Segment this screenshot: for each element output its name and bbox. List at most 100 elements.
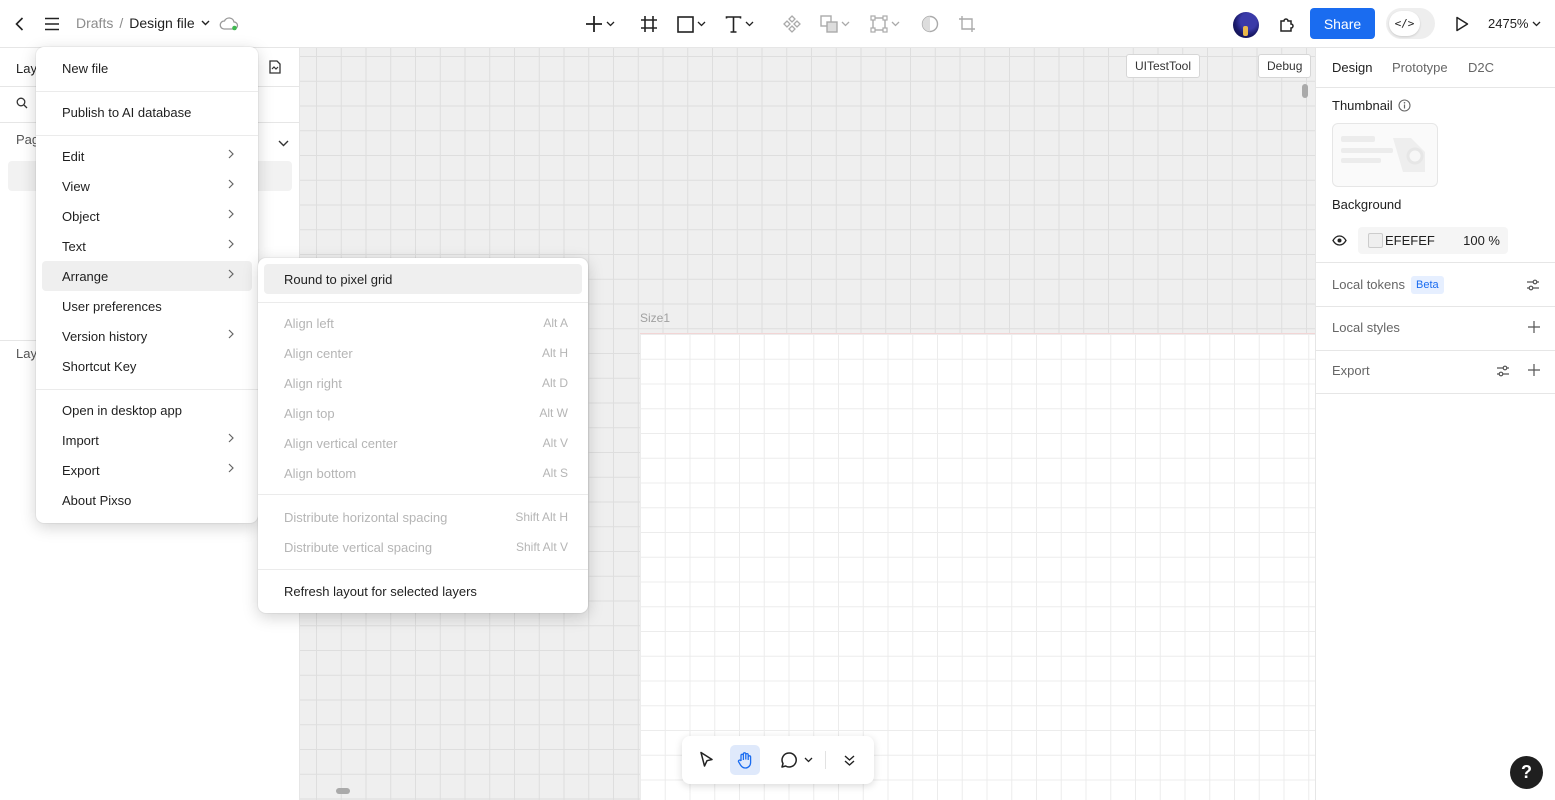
divider [1316, 350, 1555, 351]
settings-sliders-icon[interactable] [1526, 279, 1540, 294]
background-opacity[interactable]: 100 % [1463, 233, 1500, 248]
menu-item-label: Edit [62, 148, 85, 164]
add-tool-button[interactable] [585, 12, 615, 36]
comment-tool-button[interactable] [774, 745, 818, 775]
export-label: Export [1332, 363, 1370, 378]
breadcrumb-separator: / [119, 15, 124, 31]
menu-item-align-bottom[interactable]: Align bottom Alt S [264, 458, 582, 488]
menu-item-label: New file [62, 60, 109, 76]
eye-icon[interactable] [1332, 234, 1347, 249]
plus-icon[interactable] [1528, 364, 1540, 379]
menu-item-label: Align left [284, 315, 334, 331]
assets-icon[interactable] [268, 60, 282, 77]
shortcut: Shift Alt V [515, 540, 568, 554]
bottom-toolbar [682, 736, 874, 784]
divider [1316, 262, 1555, 263]
frame-size1[interactable] [640, 333, 1315, 800]
tab-design[interactable]: Design [1332, 60, 1372, 75]
divider [825, 751, 826, 769]
rectangle-tool-button[interactable] [677, 12, 706, 36]
shortcut: Alt H [541, 346, 568, 360]
menu-item-refresh-layout[interactable]: Refresh layout for selected layers [264, 576, 582, 606]
background-label: Background [1332, 197, 1402, 212]
menu-item-object[interactable]: Object [42, 201, 252, 231]
dev-mode-toggle[interactable]: </> [1386, 8, 1435, 39]
menu-item-version-history[interactable]: Version history [42, 321, 252, 351]
menu-item-view[interactable]: View [42, 171, 252, 201]
share-button[interactable]: Share [1310, 8, 1375, 39]
ellipse-tool-button[interactable] [921, 12, 939, 36]
background-color-field[interactable]: EFEFEF 100 % [1358, 227, 1508, 254]
chevron-down-icon [804, 757, 812, 763]
frame-tool-button[interactable] [640, 12, 658, 36]
frame-label[interactable]: Size1 [640, 311, 670, 325]
divider [1316, 393, 1555, 394]
tab-prototype[interactable]: Prototype [1392, 60, 1448, 75]
menu-divider [36, 389, 258, 390]
menu-item-text[interactable]: Text [42, 231, 252, 261]
help-button[interactable]: ? [1510, 756, 1543, 789]
cursor-icon [700, 751, 713, 767]
mask-tool-button[interactable] [870, 12, 900, 36]
chevron-right-icon [228, 433, 234, 443]
frame-icon [641, 16, 657, 32]
play-icon[interactable] [1452, 14, 1472, 34]
menu-item-arrange[interactable]: Arrange [42, 261, 252, 291]
back-icon[interactable] [10, 14, 30, 34]
move-tool-button[interactable] [692, 745, 722, 775]
shortcut: Alt V [542, 436, 568, 450]
layers-tab[interactable]: Lay [16, 61, 37, 76]
menu-item-align-top[interactable]: Align top Alt W [264, 398, 582, 428]
menu-item-align-center[interactable]: Align center Alt H [264, 338, 582, 368]
search-icon[interactable] [16, 97, 28, 112]
text-tool-button[interactable] [725, 12, 754, 36]
boolean-tool-button[interactable] [820, 12, 850, 36]
menu-item-new-file[interactable]: New file [42, 53, 252, 83]
menu-item-align-right[interactable]: Align right Alt D [264, 368, 582, 398]
chevron-down-icon[interactable] [201, 20, 210, 26]
settings-sliders-icon[interactable] [1496, 365, 1510, 380]
menu-item-align-vertical-center[interactable]: Align vertical center Alt V [264, 428, 582, 458]
plus-icon[interactable] [1528, 321, 1540, 336]
uitesttool-button[interactable]: UITestTool [1126, 54, 1201, 78]
tab-d2c[interactable]: D2C [1468, 60, 1494, 75]
menu-item-open-in-desktop-app[interactable]: Open in desktop app [42, 395, 252, 425]
hand-tool-button[interactable] [730, 745, 760, 775]
zoom-level: 2475% [1488, 16, 1529, 31]
zoom-dropdown[interactable]: 2475% [1488, 16, 1541, 31]
info-icon[interactable] [1398, 99, 1411, 115]
component-tool-button[interactable] [782, 12, 802, 36]
menu-item-about-pixso[interactable]: About Pixso [42, 485, 252, 515]
menu-item-distribute-horizontal-spacing[interactable]: Distribute horizontal spacing Shift Alt H [264, 502, 582, 532]
color-swatch[interactable] [1368, 233, 1383, 248]
menu-item-export[interactable]: Export [42, 455, 252, 485]
menu-item-shortcut-key[interactable]: Shortcut Key [42, 351, 252, 381]
background-hex[interactable]: EFEFEF [1385, 233, 1435, 248]
menu-item-align-left[interactable]: Align left Alt A [264, 308, 582, 338]
vertical-scrollbar[interactable] [1302, 84, 1308, 98]
menu-divider [36, 91, 258, 92]
user-avatar[interactable] [1233, 12, 1259, 38]
menu-item-label: Distribute vertical spacing [284, 539, 433, 555]
chevron-down-icon[interactable] [278, 135, 289, 150]
crop-tool-button[interactable] [958, 12, 976, 36]
menu-item-label: Object [62, 208, 100, 224]
thumbnail-preview[interactable] [1332, 123, 1438, 187]
menu-item-publish-to-ai-database[interactable]: Publish to AI database [42, 97, 252, 127]
main-menu-icon[interactable] [42, 14, 62, 34]
debug-button[interactable]: Debug [1258, 54, 1312, 78]
file-name[interactable]: Design file [129, 15, 194, 31]
menu-item-edit[interactable]: Edit [42, 141, 252, 171]
menu-item-import[interactable]: Import [42, 425, 252, 455]
menu-item-label: Open in desktop app [62, 402, 182, 418]
breadcrumb-drafts[interactable]: Drafts [76, 15, 113, 31]
chevron-down-icon [697, 21, 706, 27]
menu-item-round-to-pixel-grid[interactable]: Round to pixel grid [264, 264, 582, 294]
menu-item-user-preferences[interactable]: User preferences [42, 291, 252, 321]
menu-item-distribute-vertical-spacing[interactable]: Distribute vertical spacing Shift Alt V [264, 532, 582, 562]
horizontal-scrollbar[interactable] [336, 788, 350, 794]
chevron-down-icon [606, 21, 615, 27]
plugins-icon[interactable] [1276, 13, 1298, 35]
expand-toolbar-button[interactable] [834, 745, 864, 775]
hand-icon [737, 752, 752, 769]
